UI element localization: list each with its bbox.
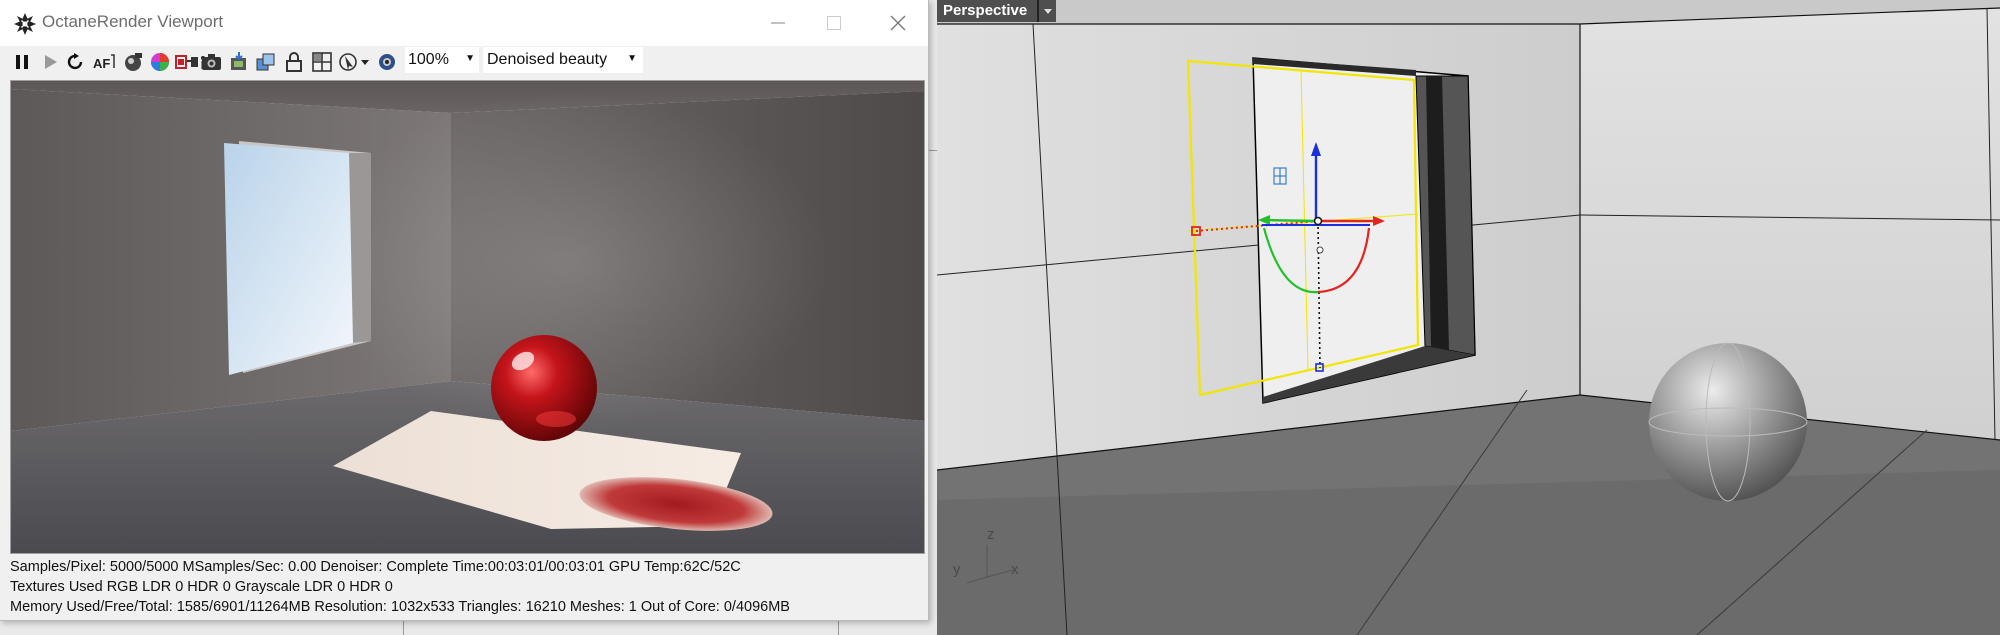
maximize-button[interactable]	[808, 6, 860, 40]
render-statistics: Samples/Pixel: 5000/5000 MSamples/Sec: 0…	[10, 557, 925, 617]
window-title: OctaneRender Viewport	[42, 12, 224, 31]
layer-icon[interactable]	[254, 50, 278, 74]
render-image[interactable]	[10, 80, 925, 554]
camera-icon[interactable]	[200, 50, 224, 74]
save-image-icon[interactable]	[227, 50, 251, 74]
close-button[interactable]	[872, 6, 924, 40]
render-pass-dropdown[interactable]: Denoised beauty ▼	[483, 47, 643, 73]
chevron-down-icon: ▼	[627, 53, 637, 64]
af-focus-icon[interactable]: AF	[92, 50, 116, 74]
color-wheel-icon[interactable]	[148, 50, 172, 74]
restart-icon[interactable]	[64, 50, 88, 74]
viewport-menu-icon[interactable]	[1040, 0, 1056, 22]
viewport-tab-divider	[1037, 0, 1039, 22]
svg-text:AF: AF	[93, 56, 110, 71]
perspective-viewport[interactable]: z y x	[937, 0, 2000, 635]
play-icon[interactable]	[38, 50, 62, 74]
dropdown-icon[interactable]	[358, 50, 372, 74]
title-bar[interactable]: OctaneRender Viewport	[0, 0, 928, 46]
octane-logo-icon	[12, 11, 38, 37]
zoom-value: 100%	[408, 51, 449, 68]
octane-viewport-window: OctaneRender Viewport AF 100% ▼ Denoised…	[0, 0, 929, 621]
axis-z-label: z	[987, 526, 995, 543]
pick-icon[interactable]	[336, 50, 360, 74]
render-pass-value: Denoised beauty	[487, 51, 608, 68]
zoom-dropdown[interactable]: 100% ▼	[405, 47, 479, 73]
viewport-label[interactable]: Perspective	[943, 2, 1027, 19]
status-line-samples: Samples/Pixel: 5000/5000 MSamples/Sec: 0…	[10, 559, 741, 575]
axis-x-label: x	[1011, 561, 1019, 578]
sphere-camera-icon[interactable]	[121, 50, 145, 74]
axis-y-label: y	[953, 561, 961, 578]
settings-eye-icon[interactable]	[375, 50, 399, 74]
status-line-memory: Memory Used/Free/Total: 1585/6901/11264M…	[10, 599, 790, 615]
status-line-textures: Textures Used RGB LDR 0 HDR 0 Grayscale …	[10, 579, 393, 595]
lock-icon[interactable]	[282, 50, 306, 74]
grid-icon[interactable]	[310, 50, 334, 74]
chevron-down-icon: ▼	[465, 53, 475, 64]
pause-icon[interactable]	[10, 50, 34, 74]
minimize-button[interactable]	[752, 6, 804, 40]
